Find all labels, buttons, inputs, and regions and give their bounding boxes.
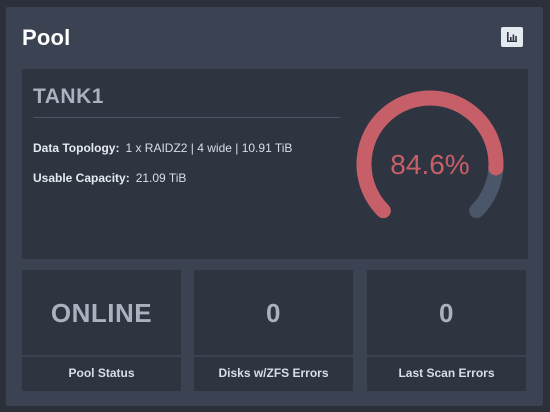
pool-status-value: ONLINE [50,298,153,328]
disk-errors-value: 0 [266,298,281,328]
pool-status-box: ONLINE Pool Status [22,270,181,391]
usage-gauge: 84.6% [352,89,508,243]
disk-errors-label: Disks w/ZFS Errors [218,366,329,380]
divider [367,355,526,357]
divider [33,117,340,118]
divider [194,355,353,357]
reports-button[interactable] [501,27,523,47]
pool-info-panel: TANK1 Data Topology: 1 x RAIDZ2 | 4 wide … [22,69,528,259]
usable-capacity-value: 21.09 TiB [135,171,187,185]
usable-capacity-label: Usable Capacity: [33,171,130,185]
gauge-percent-label: 84.6% [390,149,470,180]
bar-chart-icon [507,32,517,42]
scan-errors-value: 0 [439,298,454,328]
data-topology-value: 1 x RAIDZ2 | 4 wide | 10.91 TiB [125,141,293,155]
widget-title: Pool [22,25,71,50]
scan-errors-label: Last Scan Errors [398,366,495,380]
pool-name: TANK1 [33,85,104,108]
divider [22,355,181,357]
data-topology-label: Data Topology: [33,141,120,155]
scan-errors-box: 0 Last Scan Errors [367,270,526,391]
pool-status-label: Pool Status [68,366,135,380]
pool-widget: Pool TANK1 Data Topology: 1 x RAIDZ2 | 4 … [6,7,543,406]
usable-capacity-row: Usable Capacity: 21.09 TiB [33,171,186,185]
disk-errors-box: 0 Disks w/ZFS Errors [194,270,353,391]
data-topology-row: Data Topology: 1 x RAIDZ2 | 4 wide | 10.9… [33,141,292,155]
